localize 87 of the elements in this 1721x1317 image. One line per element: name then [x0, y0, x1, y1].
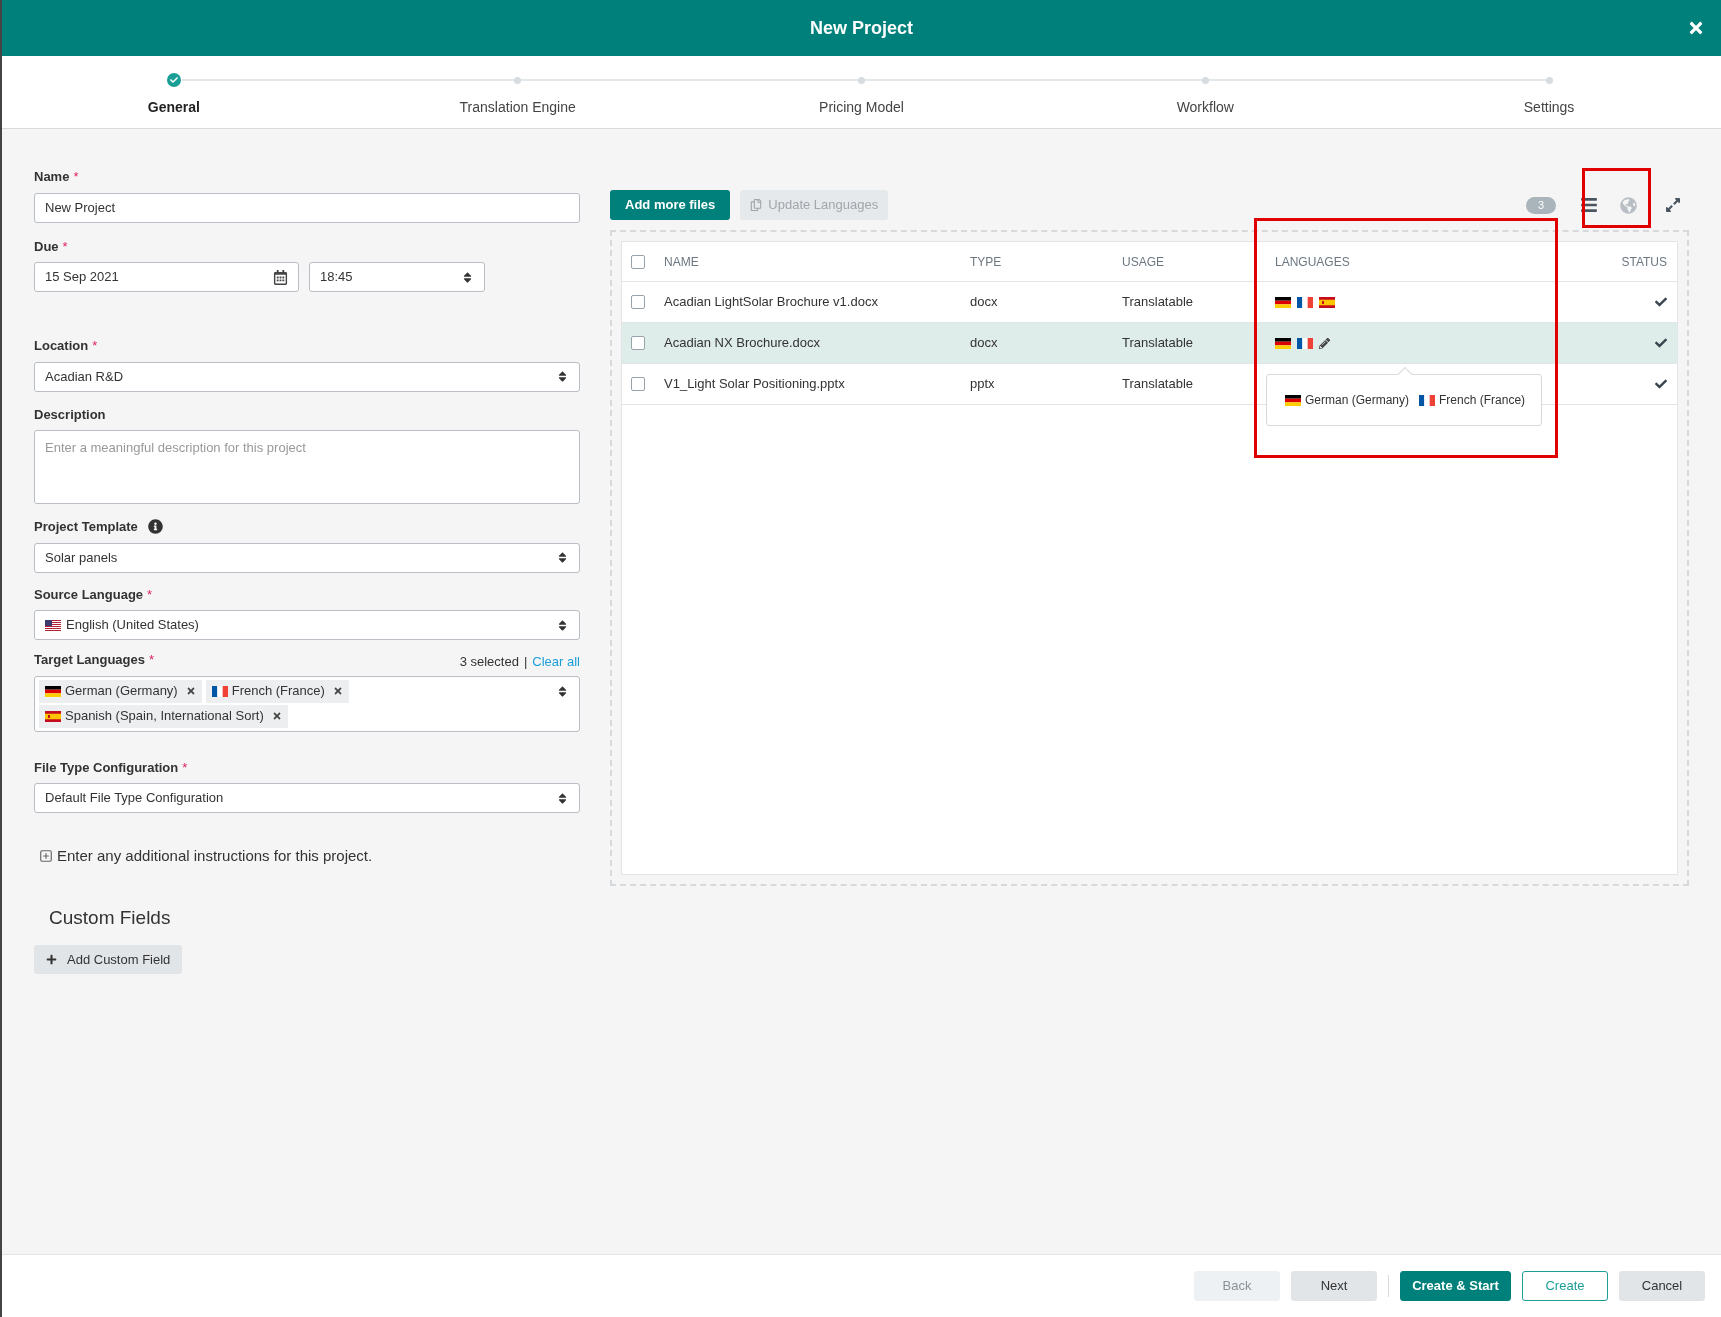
usage-cell-text: Translatable [1122, 293, 1195, 312]
usage-cell-text: Translatable [1122, 334, 1195, 353]
window-title: New Project [809, 16, 913, 40]
remove-icon[interactable] [332, 686, 343, 696]
required-marker: * [182, 758, 188, 777]
select-value: Acadian R&D [45, 367, 125, 386]
select-value: English (United States) [66, 616, 200, 635]
add-custom-field-button[interactable]: Add Custom Field [34, 945, 183, 974]
sort-arrows-icon [556, 791, 569, 805]
row-checkbox[interactable] [631, 377, 645, 391]
required-marker: * [62, 237, 68, 256]
tag-label: French (France) [231, 682, 325, 701]
select-field[interactable]: Acadian R&D [34, 361, 580, 392]
time-field[interactable]: 18:45 [309, 262, 485, 292]
select-field[interactable]: English (United States) [34, 610, 580, 640]
column-header: USAGE [1122, 253, 1165, 271]
name-input[interactable]: New Project [34, 192, 580, 223]
add-more-files-button[interactable]: Add more files [610, 190, 731, 220]
pencil-icon[interactable] [1319, 337, 1330, 349]
row-checkbox[interactable] [631, 336, 645, 350]
field-label: Due [34, 237, 59, 256]
info-icon[interactable] [147, 519, 163, 535]
file-name-cell-text: Acadian LightSolar Brochure v1.docx [664, 293, 879, 312]
tag-label: German (Germany) [65, 682, 178, 701]
sort-arrows-icon [556, 551, 569, 564]
select-field[interactable]: Default File Type Configuration [34, 783, 580, 813]
step-tab[interactable]: Pricing Model [819, 97, 904, 118]
file-count-badge: 3 [1525, 196, 1556, 214]
footer-button[interactable]: Next [1291, 1271, 1377, 1301]
remove-icon[interactable] [185, 686, 196, 696]
expand-icon[interactable] [1665, 197, 1681, 213]
separator: | [523, 653, 528, 671]
field-label: Description [34, 405, 106, 424]
list-view-icon[interactable] [1580, 196, 1598, 214]
field-label: Location [34, 337, 89, 355]
sort-arrows-icon [556, 370, 569, 383]
time-value: 18:45 [320, 268, 354, 287]
step-check-icon [166, 73, 181, 87]
usage-cell-text: Translatable [1122, 375, 1195, 394]
tag-label: Spanish (Spain, International Sort) [65, 707, 264, 726]
target-languages-field[interactable]: German (Germany) French (France) Spanish (Spain, International Sort) [34, 675, 580, 732]
step-tab[interactable]: Translation Engine [459, 97, 576, 118]
footer-button[interactable]: Cancel [1619, 1271, 1705, 1301]
sort-arrows-icon [461, 270, 474, 284]
sort-arrows-icon [556, 684, 569, 698]
close-icon[interactable] [1687, 19, 1705, 37]
file-name-cell-text: V1_Light Solar Positioning.pptx [664, 375, 846, 394]
required-marker: * [73, 168, 79, 186]
copy-icon [750, 199, 763, 211]
file-row[interactable]: Acadian NX Brochure.docx docx Translatable [622, 323, 1677, 364]
date-field[interactable]: 15 Sep 2021 [34, 262, 299, 292]
footer-button[interactable]: Create & Start [1400, 1271, 1511, 1301]
remove-icon[interactable] [271, 711, 282, 721]
sort-arrows-icon [556, 618, 569, 632]
row-checkbox[interactable] [631, 295, 645, 309]
required-marker: * [149, 651, 155, 669]
calendar-icon[interactable] [273, 269, 288, 285]
step-tab[interactable]: General [147, 97, 200, 118]
column-header: LANGUAGES [1275, 253, 1351, 271]
description-input[interactable]: Enter a meaningful description for this project [34, 430, 580, 504]
selected-count: 3 selected [459, 653, 519, 671]
field-label: Source Language [34, 585, 144, 604]
select-value: Solar panels [45, 548, 119, 567]
file-type-cell-text: pptx [970, 375, 996, 394]
column-header: NAME [664, 253, 700, 271]
required-marker: * [92, 337, 98, 355]
column-header: TYPE [970, 253, 1003, 271]
field-label: Project Template [34, 518, 138, 536]
section-heading: Custom Fields [49, 905, 172, 930]
date-value: 15 Sep 2021 [45, 268, 120, 287]
field-label: Name [34, 168, 70, 186]
highlight-frame [1582, 168, 1651, 228]
expand-icon[interactable] [39, 849, 53, 864]
column-header: STATUS [1621, 253, 1668, 271]
instructions-link[interactable]: Enter any additional instructions for this project. [57, 845, 373, 868]
select-field[interactable]: Solar panels [34, 542, 580, 573]
plus-icon [46, 954, 57, 965]
step-tab[interactable]: Settings [1523, 97, 1575, 118]
select-all-checkbox[interactable] [631, 254, 645, 269]
select-value: Default File Type Configuration [45, 789, 225, 808]
field-label: File Type Configuration [34, 758, 179, 777]
file-type-cell-text: docx [970, 334, 999, 353]
field-label: Target Languages [34, 651, 145, 669]
file-type-cell-text: docx [970, 293, 999, 312]
required-marker: * [147, 585, 153, 604]
file-name-cell-text: Acadian NX Brochure.docx [664, 334, 822, 353]
step-tab[interactable]: Workflow [1176, 97, 1234, 118]
